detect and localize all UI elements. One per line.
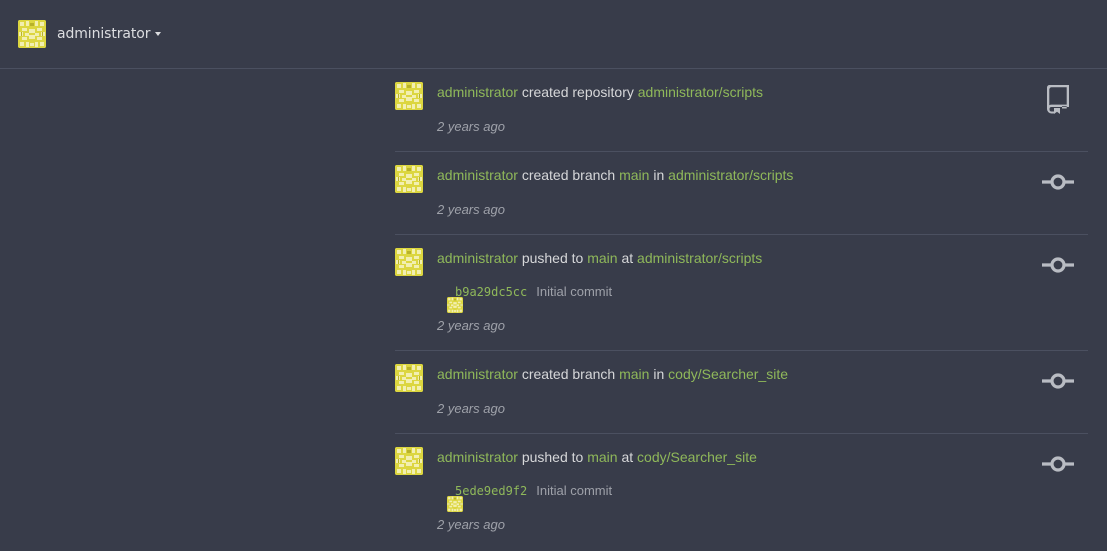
actor-link[interactable]: administrator [437, 167, 518, 183]
top-bar: administrator [0, 0, 1107, 69]
git-commit-icon [1042, 456, 1074, 472]
commit-message: Initial commit [536, 284, 613, 299]
activity-feed: administrator created repository adminis… [395, 69, 1088, 550]
git-commit-icon [1042, 373, 1074, 389]
feed-item-text: administrator created branch main in cod… [437, 366, 788, 382]
repo-icon [1047, 85, 1069, 114]
actor-avatar[interactable] [395, 248, 423, 276]
action-text: created repository [521, 84, 634, 100]
user-name[interactable]: administrator [57, 26, 150, 42]
feed-item: administrator pushed to main at cody/Sea… [395, 434, 1088, 550]
repo-link[interactable]: cody/Searcher_site [668, 366, 788, 382]
timestamp: 2 years ago [437, 318, 505, 333]
commit-author-avatar [447, 496, 463, 512]
branch-link[interactable]: main [587, 250, 617, 266]
action-text: pushed to [521, 250, 584, 266]
commit-sha-link[interactable]: b9a29dc5cc [455, 285, 527, 299]
user-menu[interactable]: administrator [18, 20, 162, 48]
timestamp: 2 years ago [437, 517, 505, 532]
feed-item-text: administrator pushed to main at cody/Sea… [437, 449, 757, 465]
branch-link[interactable]: main [587, 449, 617, 465]
timestamp: 2 years ago [437, 401, 505, 416]
feed-item: administrator pushed to main at administ… [395, 235, 1088, 351]
feed-item: administrator created branch main in cod… [395, 351, 1088, 434]
repo-link[interactable]: administrator/scripts [638, 84, 763, 100]
timestamp: 2 years ago [437, 119, 505, 134]
actor-avatar[interactable] [395, 82, 423, 110]
commit-row: b9a29dc5cc Initial commit [447, 284, 613, 313]
branch-link[interactable]: main [619, 366, 649, 382]
actor-avatar[interactable] [395, 364, 423, 392]
actor-avatar[interactable] [395, 165, 423, 193]
actor-link[interactable]: administrator [437, 366, 518, 382]
repo-link[interactable]: cody/Searcher_site [637, 449, 757, 465]
actor-link[interactable]: administrator [437, 250, 518, 266]
commit-message: Initial commit [536, 483, 613, 498]
commit-row: 5ede9ed9f2 Initial commit [447, 483, 613, 512]
actor-avatar[interactable] [395, 447, 423, 475]
action-text: created branch [521, 167, 616, 183]
preposition-text: in [653, 366, 665, 382]
feed-item: administrator created repository adminis… [395, 69, 1088, 152]
user-avatar[interactable] [18, 20, 46, 48]
feed-item: administrator created branch main in adm… [395, 152, 1088, 235]
feed-item-text: administrator created repository adminis… [437, 84, 763, 100]
feed-item-text: administrator pushed to main at administ… [437, 250, 762, 266]
actor-link[interactable]: administrator [437, 449, 518, 465]
feed-item-text: administrator created branch main in adm… [437, 167, 793, 183]
actor-link[interactable]: administrator [437, 84, 518, 100]
commit-sha-link[interactable]: 5ede9ed9f2 [455, 484, 527, 498]
preposition-text: at [621, 449, 634, 465]
git-commit-icon [1042, 257, 1074, 273]
branch-link[interactable]: main [619, 167, 649, 183]
action-text: pushed to [521, 449, 584, 465]
commit-author-avatar [447, 297, 463, 313]
timestamp: 2 years ago [437, 202, 505, 217]
action-text: created branch [521, 366, 616, 382]
repo-link[interactable]: administrator/scripts [668, 167, 793, 183]
preposition-text: in [653, 167, 665, 183]
repo-link[interactable]: administrator/scripts [637, 250, 762, 266]
caret-down-icon[interactable] [155, 32, 162, 36]
preposition-text: at [621, 250, 634, 266]
git-commit-icon [1042, 174, 1074, 190]
